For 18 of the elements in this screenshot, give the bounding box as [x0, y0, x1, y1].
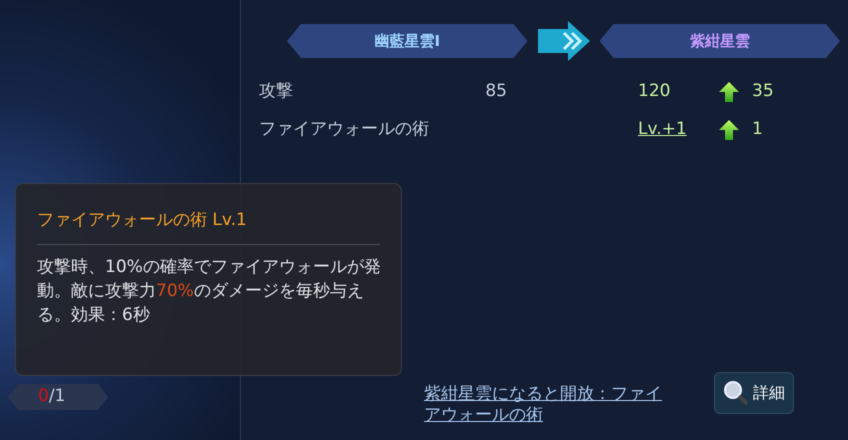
up-arrow-icon: [718, 119, 740, 141]
double-chevron-arrow-icon: [538, 21, 590, 61]
search-icon: [723, 380, 749, 406]
stat-name: ファイアウォールの術: [259, 118, 430, 142]
level-link[interactable]: Lv.+1: [638, 117, 718, 143]
stat-name: 攻撃: [259, 80, 294, 104]
up-arrow-icon: [718, 81, 740, 103]
unlock-note-link[interactable]: 紫紺星雲になると開放：ファイアウォールの術: [424, 384, 674, 426]
current-value: 85: [484, 80, 507, 104]
rank-name: 紫紺星雲: [690, 30, 750, 52]
tooltip-description: 攻撃時、10%の確率でファイアウォールが発動。敵に攻撃力 70%のダメージを毎秒与える。効果：6秒: [37, 256, 382, 326]
rank-name: 幽藍星雲I: [374, 30, 440, 52]
next-value: 120: [638, 80, 672, 104]
counter-text: 0/1: [38, 385, 66, 408]
increase-value: 35: [752, 80, 774, 104]
increase-value: 1: [752, 118, 763, 142]
detail-button[interactable]: 詳細: [714, 372, 794, 414]
tooltip-title: ファイアウォールの術 Lv.1: [37, 208, 380, 244]
